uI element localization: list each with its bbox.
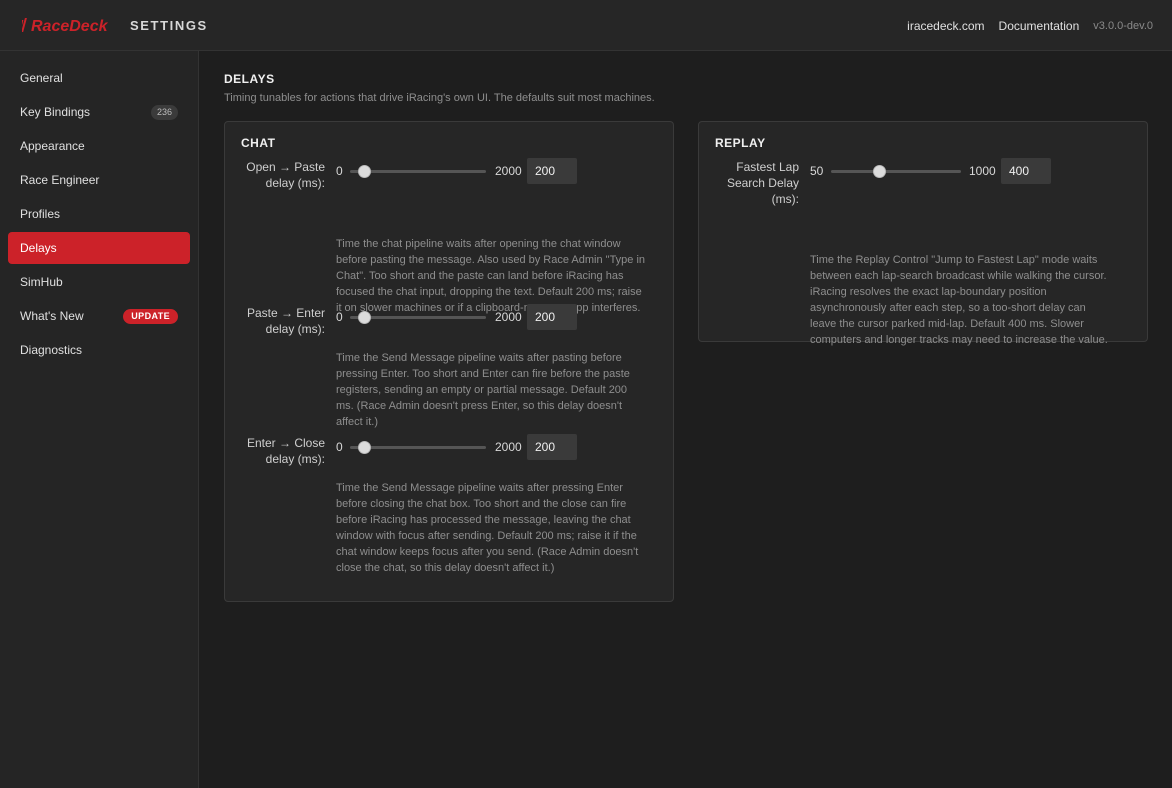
setting-label: Fastest Lap Search Delay (ms): [699,159,799,207]
setting-label: Open → Paste delay (ms): [225,159,325,191]
setting-label-line: delay (ms): [265,452,325,466]
paste-enter-delay-input[interactable] [527,304,577,330]
svg-text:RaceDeck: RaceDeck [31,18,109,35]
racedeck-logo-mark: RaceDeck [22,18,109,35]
range-min: 50 [810,164,824,178]
range-max: 1000 [969,164,996,178]
top-bar: RaceDeck SETTINGS iracedeck.com Document… [0,0,1172,51]
sidebar-item-general[interactable]: General [8,62,190,94]
setting-label-line: Search Delay [726,176,799,190]
setting-label-line: Fastest Lap [736,160,799,174]
page-heading: SETTINGS [130,17,208,33]
setting-label: Paste → Enter delay (ms): [225,305,325,337]
sidebar-item-label: Profiles [20,207,61,221]
sidebar-item-delays[interactable]: Delays [8,232,190,264]
version-label: v3.0.0-dev.0 [1093,19,1153,32]
slider-handle[interactable] [357,441,371,454]
range-min: 0 [336,440,343,454]
setting-help-text: Time the Send Message pipeline waits aft… [336,352,630,428]
range-min: 0 [336,310,343,324]
slider-handle[interactable] [873,165,887,178]
enter-close-slider[interactable] [350,441,486,454]
chat-card: CHAT Open → Paste delay (ms): 0 2000 Tim… [224,121,674,602]
range-min: 0 [336,164,343,178]
sidebar-item-whats-new[interactable]: What's New UPDATE [8,300,190,332]
setting-label-line: Paste → Enter [246,306,325,320]
card-title: REPLAY [715,136,766,150]
sidebar-item-label: Race Engineer [20,173,100,187]
section-title: DELAYS [224,72,275,86]
setting-label-line: delay (ms): [265,322,325,336]
setting-help-text: Time the Replay Control "Jump to Fastest… [810,254,1108,346]
sidebar-item-key-bindings[interactable]: Key Bindings 236 [8,96,190,128]
setting-label: Enter → Close delay (ms): [225,435,325,467]
card-title: CHAT [241,136,276,150]
setting-help-text: Time the chat pipeline waits after openi… [336,238,646,314]
sidebar-item-appearance[interactable]: Appearance [8,130,190,162]
sidebar-item-label: Delays [20,241,57,255]
open-paste-slider[interactable] [350,165,486,178]
documentation-link[interactable]: Documentation [999,19,1080,33]
sidebar-item-label: SimHub [20,275,63,289]
count-badge: 236 [150,105,178,120]
sidebar-item-label: What's New [20,309,84,323]
sidebar-item-label: Appearance [20,139,85,153]
section-description: Timing tunables for actions that drive i… [224,92,655,104]
sidebar-item-label: Key Bindings [20,105,91,119]
setting-label-line: Open → Paste [246,160,325,174]
slider-handle[interactable] [357,165,371,178]
website-link[interactable]: iracedeck.com [907,19,984,33]
range-max: 2000 [495,310,522,324]
setting-help-text: Time the Send Message pipeline waits aft… [336,482,639,574]
sidebar-item-profiles[interactable]: Profiles [8,198,190,230]
enter-close-delay-input[interactable] [527,434,577,460]
update-badge: UPDATE [123,309,178,324]
sidebar-item-label: Diagnostics [20,343,83,357]
setting-label-line: (ms): [771,192,799,206]
setting-label-line: Enter → Close [246,436,325,450]
setting-label-line: delay (ms): [265,176,325,190]
range-max: 2000 [495,440,522,454]
slider-handle[interactable] [357,311,371,324]
sidebar-item-label: General [20,71,63,85]
main-content: DELAYS Timing tunables for actions that … [200,51,1172,788]
sidebar-item-race-engineer[interactable]: Race Engineer [8,164,190,196]
range-max: 2000 [495,164,522,178]
sidebar-item-simhub[interactable]: SimHub [8,266,190,298]
replay-card: REPLAY Fastest Lap Search Delay (ms): 50… [698,121,1148,346]
racedeck-logo[interactable]: RaceDeck [22,14,114,36]
paste-enter-slider[interactable] [350,311,486,324]
fastest-lap-delay-slider[interactable] [831,165,961,178]
open-paste-delay-input[interactable] [527,158,577,184]
fastest-lap-delay-input[interactable] [1001,158,1051,184]
sidebar-item-diagnostics[interactable]: Diagnostics [8,334,190,366]
sidebar: General Key Bindings 236 Appearance Race… [0,51,199,788]
